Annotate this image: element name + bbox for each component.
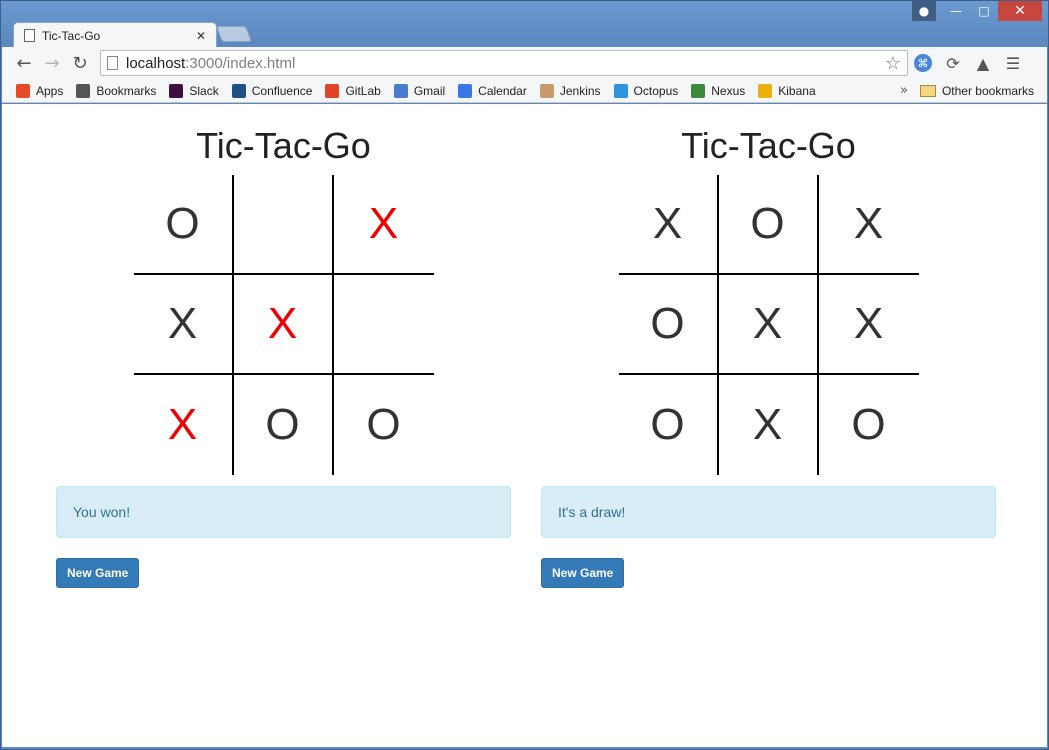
bookmark-label: Confluence xyxy=(251,83,313,98)
bookmark-label: Nexus xyxy=(711,83,746,98)
bookmark-label: Kibana xyxy=(778,83,816,98)
board-cell[interactable] xyxy=(333,275,434,375)
board-cell[interactable]: X xyxy=(134,375,234,475)
browser-toolbar: ← → ↻ localhost :3000/index.html ☆ ⌘ ⟳ ▲… xyxy=(2,47,1047,79)
board-cell[interactable]: O xyxy=(618,275,719,375)
board-cell[interactable]: O xyxy=(234,375,334,475)
bookmark-octopus[interactable]: Octopus xyxy=(613,83,679,98)
board-cell[interactable] xyxy=(233,175,334,275)
game-board: XOXOXXOXO xyxy=(618,175,919,475)
back-arrow-icon[interactable]: ← xyxy=(10,49,38,77)
bookmark-label: GitLab xyxy=(345,83,381,98)
gitlab-icon xyxy=(325,83,340,98)
board-cell[interactable]: O xyxy=(819,375,919,475)
gmail-icon xyxy=(393,83,408,98)
extension-drive-icon[interactable]: ▲ xyxy=(968,49,998,77)
slack-icon xyxy=(169,83,184,98)
board-cell[interactable]: X xyxy=(333,175,434,275)
menu-icon[interactable]: ☰ xyxy=(998,49,1028,77)
octopus-icon xyxy=(613,83,628,98)
apps-icon xyxy=(16,83,30,98)
kibana-icon xyxy=(758,83,773,98)
board-cell[interactable]: X xyxy=(818,275,919,375)
game-board: OXXXXOO xyxy=(133,175,434,475)
window-controls: ● — □ ✕ xyxy=(912,1,1042,21)
bookmarks-bar: Apps Bookmarks Slack Confluence GitLab Gmail C… xyxy=(2,79,1047,103)
board-cell[interactable]: X xyxy=(718,275,819,375)
more-bookmarks-icon[interactable]: » xyxy=(900,83,908,98)
board-cell[interactable]: O xyxy=(334,375,434,475)
page-icon xyxy=(107,56,118,70)
status-alert: It's a draw! xyxy=(541,486,996,538)
board-cell[interactable]: O xyxy=(718,175,819,275)
browser-window: ● — □ ✕ Tic-Tac-Go ✕ ← → ↻ localhost :30… xyxy=(0,0,1049,750)
bookmark-label: Jenkins xyxy=(559,83,601,98)
board-cell[interactable]: X xyxy=(233,275,334,375)
bookmark-label: Slack xyxy=(189,83,219,98)
calendar-icon xyxy=(458,83,473,98)
bookmark-jenkins[interactable]: Jenkins xyxy=(539,83,601,98)
game-title: Tic-Tac-Go xyxy=(681,125,856,166)
bookmark-label: Gmail xyxy=(413,83,446,98)
address-bar[interactable]: localhost :3000/index.html ☆ xyxy=(100,50,908,76)
bookmark-label: Calendar xyxy=(478,83,527,98)
close-window-icon[interactable]: ✕ xyxy=(998,1,1042,21)
tab-close-icon[interactable]: ✕ xyxy=(196,29,206,43)
board-cell[interactable]: O xyxy=(133,175,234,275)
maximize-icon[interactable]: □ xyxy=(970,1,998,21)
minimize-icon[interactable]: — xyxy=(942,1,970,21)
board-cell[interactable]: X xyxy=(818,175,919,275)
game-panel-1: Tic-Tac-Go OXXXXOO You won! New Game xyxy=(56,104,511,588)
board-cell[interactable]: X xyxy=(719,375,819,475)
reload-icon[interactable]: ↻ xyxy=(66,49,94,77)
board-cell[interactable]: O xyxy=(619,375,719,475)
status-alert: You won! xyxy=(56,486,511,538)
bookmark-calendar[interactable]: Calendar xyxy=(458,83,527,98)
nexus-icon xyxy=(691,83,706,98)
board-cell[interactable]: X xyxy=(133,275,234,375)
bookmark-bookmarks[interactable]: Bookmarks xyxy=(76,83,157,98)
game-title: Tic-Tac-Go xyxy=(196,125,371,166)
jenkins-icon xyxy=(539,83,554,98)
other-bookmarks-label: Other bookmarks xyxy=(941,83,1034,98)
bookmark-gitlab[interactable]: GitLab xyxy=(325,83,381,98)
confluence-icon xyxy=(231,83,246,98)
bookmark-label: Apps xyxy=(36,83,64,98)
bookmark-star-icon[interactable]: ☆ xyxy=(885,53,901,74)
page-viewport: Tic-Tac-Go OXXXXOO You won! New Game Tic… xyxy=(2,104,1047,747)
bookmark-gmail[interactable]: Gmail xyxy=(393,83,446,98)
bookmark-slack[interactable]: Slack xyxy=(169,83,219,98)
extension-command-icon[interactable]: ⌘ xyxy=(908,49,938,77)
url-host: localhost xyxy=(126,54,186,72)
new-game-button[interactable]: New Game xyxy=(541,558,625,588)
new-game-button[interactable]: New Game xyxy=(56,558,140,588)
extension-sync-icon[interactable]: ⟳ xyxy=(938,49,968,77)
browser-tab[interactable]: Tic-Tac-Go ✕ xyxy=(13,22,217,48)
board-cell[interactable]: X xyxy=(618,175,719,275)
tab-strip: Tic-Tac-Go ✕ xyxy=(7,20,307,48)
bookmark-kibana[interactable]: Kibana xyxy=(758,83,816,98)
tab-title: Tic-Tac-Go xyxy=(42,28,101,43)
page-icon xyxy=(24,29,35,42)
bookmark-label: Bookmarks xyxy=(96,83,157,98)
bookmark-nexus[interactable]: Nexus xyxy=(691,83,746,98)
game-panel-2: Tic-Tac-Go XOXOXXOXO It's a draw! New Ga… xyxy=(541,104,996,588)
bookmark-label: Octopus xyxy=(633,83,679,98)
url-path: :3000/index.html xyxy=(185,54,296,72)
other-bookmarks-folder[interactable]: Other bookmarks xyxy=(919,83,1034,98)
forward-arrow-icon[interactable]: → xyxy=(38,49,66,77)
folder-icon xyxy=(919,84,936,97)
new-tab-button[interactable] xyxy=(216,26,252,42)
user-profile-icon[interactable]: ● xyxy=(912,1,936,21)
bookmark-confluence[interactable]: Confluence xyxy=(231,83,313,98)
bookmark-apps[interactable]: Apps xyxy=(16,83,64,98)
bookmarks-icon xyxy=(76,83,91,98)
